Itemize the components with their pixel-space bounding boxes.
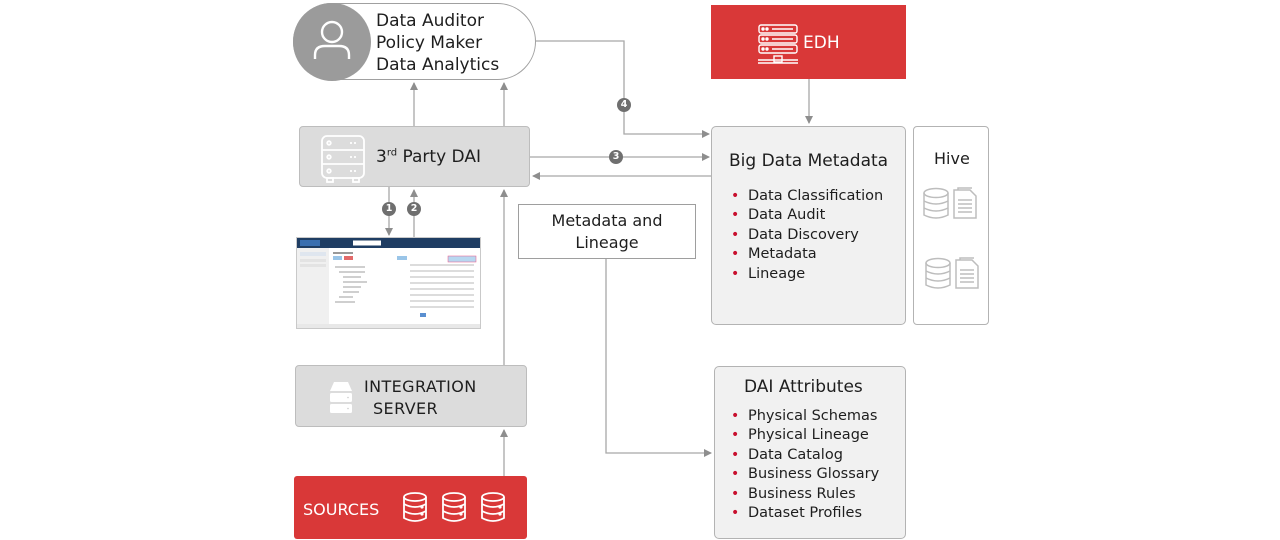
edh-node: EDH (711, 5, 906, 79)
database-icon (441, 492, 467, 528)
dai-attributes-title: DAI Attributes (744, 377, 863, 397)
list-item: Business Rules (729, 485, 879, 505)
label-prefix: 3 (376, 147, 387, 167)
role-policy-maker: Policy Maker (376, 33, 483, 53)
list-item: Metadata (729, 245, 883, 265)
server-stack-icon (330, 382, 352, 418)
sources-label: SOURCES (303, 500, 380, 519)
database-document-icon (922, 187, 982, 225)
big-data-metadata-title: Big Data Metadata (729, 151, 889, 171)
step-badge-1: 1 (382, 202, 396, 216)
list-item: Data Audit (729, 206, 883, 226)
step-badge-2: 2 (407, 202, 421, 216)
metadata-lineage-node: Metadata and Lineage (518, 204, 696, 259)
edh-label: EDH (803, 33, 840, 53)
arrow-lineage-to-dai-attributes (605, 259, 712, 457)
big-data-metadata-node: Big Data Metadata Data Classification Da… (711, 126, 906, 325)
database-document-icon (924, 257, 984, 295)
hive-title: Hive (934, 149, 970, 168)
big-data-metadata-list: Data Classification Data Audit Data Disc… (729, 187, 883, 284)
third-party-dai-label: 3rd Party DAI (376, 147, 481, 167)
list-item: Data Discovery (729, 226, 883, 246)
dai-attributes-node: DAI Attributes Physical Schemas Physical… (714, 366, 906, 539)
list-item: Business Glossary (729, 465, 879, 485)
list-item: Dataset Profiles (729, 504, 879, 524)
label-superscript: rd (386, 147, 398, 159)
list-item: Physical Schemas (729, 407, 879, 427)
dai-attributes-list: Physical Schemas Physical Lineage Data C… (729, 407, 879, 524)
connectors (385, 40, 813, 476)
server-icon (320, 134, 366, 188)
step-badge-3: 3 (609, 150, 623, 164)
server-rack-icon (757, 23, 799, 71)
user-icon (293, 3, 371, 81)
list-item: Physical Lineage (729, 426, 879, 446)
integration-server-line1: INTEGRATION (364, 377, 477, 396)
sources-node: SOURCES (294, 476, 527, 539)
integration-server-node: INTEGRATION SERVER (295, 365, 527, 427)
arrow-users-to-bdm (536, 40, 710, 138)
role-data-auditor: Data Auditor (376, 11, 484, 31)
app-screenshot-thumbnail (296, 237, 481, 329)
metadata-lineage-line1: Metadata and (551, 211, 663, 230)
list-item: Data Catalog (729, 446, 879, 466)
list-item: Lineage (729, 265, 883, 285)
integration-server-line2: SERVER (373, 399, 439, 418)
hive-node: Hive (913, 126, 989, 325)
database-icon (402, 492, 428, 528)
third-party-dai-node: 3rd Party DAI (299, 126, 530, 187)
label-suffix: Party DAI (397, 147, 481, 167)
step-badge-4: 4 (617, 98, 631, 112)
list-item: Data Classification (729, 187, 883, 207)
role-data-analytics: Data Analytics (376, 55, 500, 75)
users-node: Data Auditor Policy Maker Data Analytics (293, 3, 536, 81)
database-icon (480, 492, 506, 528)
metadata-lineage-line2: Lineage (575, 233, 639, 252)
